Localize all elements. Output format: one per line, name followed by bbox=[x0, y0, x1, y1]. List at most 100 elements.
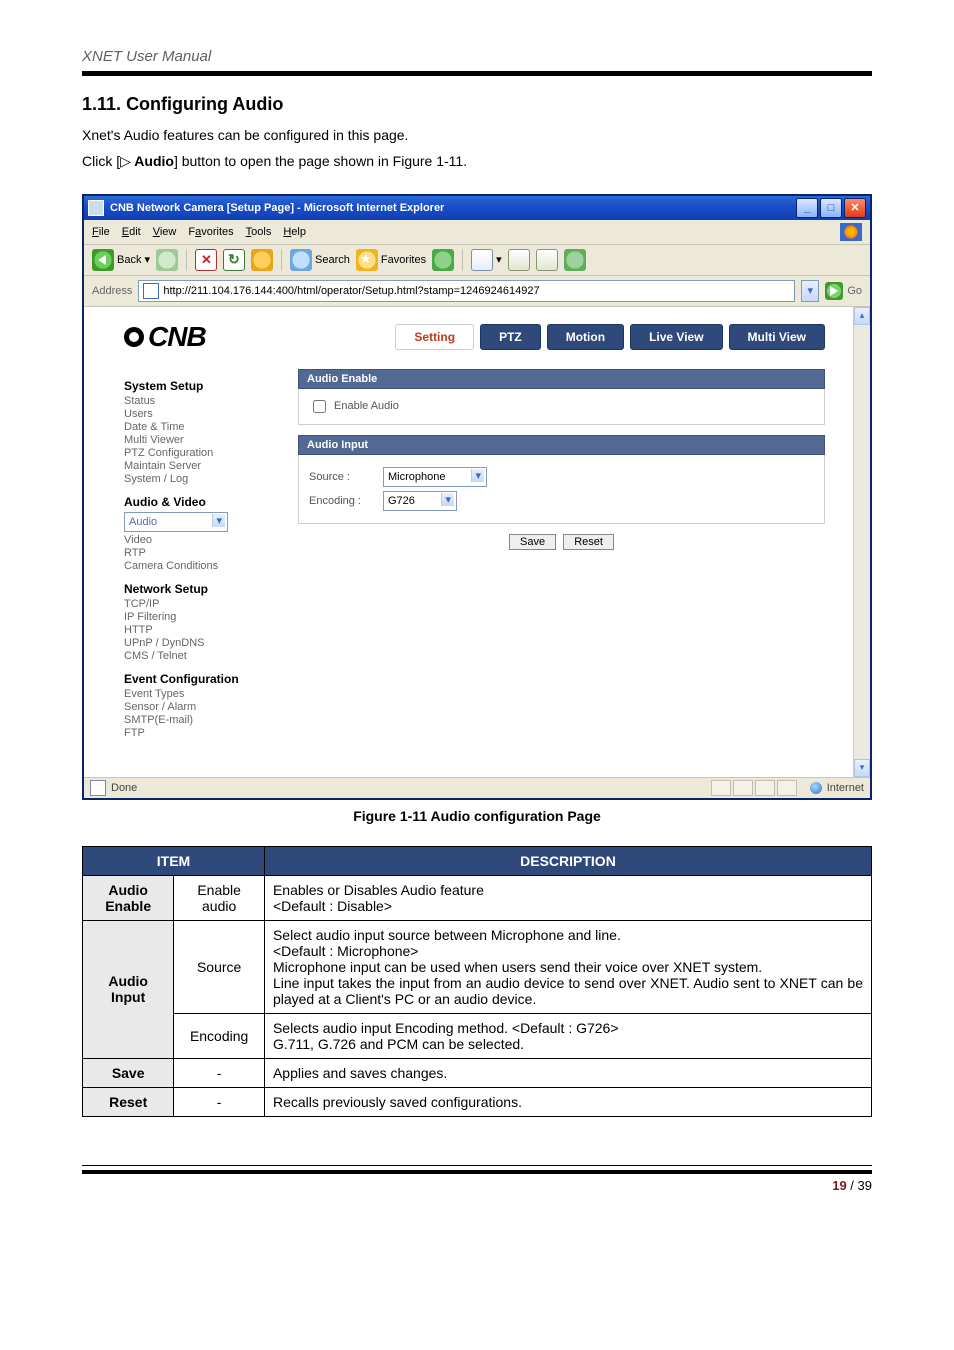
table-row: Encoding Selects audio input Encoding me… bbox=[83, 1013, 872, 1058]
mail-icon bbox=[471, 249, 493, 271]
ie-title-text: CNB Network Camera [Setup Page] - Micros… bbox=[110, 202, 444, 214]
toolbar-forward-button[interactable] bbox=[156, 249, 178, 271]
toolbar-edit-button[interactable] bbox=[536, 249, 558, 271]
source-label: Source : bbox=[309, 471, 369, 483]
go-button[interactable]: Go bbox=[825, 282, 862, 300]
sidebar-item-event-types[interactable]: Event Types bbox=[124, 688, 274, 700]
toolbar-print-button[interactable] bbox=[508, 249, 530, 271]
toolbar-back-button[interactable]: Back ▾ bbox=[92, 249, 150, 271]
cell-desc: Recalls previously saved configurations. bbox=[264, 1087, 871, 1116]
tab-ptz[interactable]: PTZ bbox=[480, 324, 541, 350]
content-scrollbar[interactable]: ▴ ▾ bbox=[853, 307, 870, 777]
ie-app-icon bbox=[88, 200, 104, 216]
sidebar-item-video[interactable]: Video bbox=[124, 534, 274, 546]
figure-caption: Figure 1-11 Audio configuration Page bbox=[82, 808, 872, 824]
status-cells bbox=[711, 780, 797, 796]
footer-rule-thick bbox=[82, 1170, 872, 1174]
tab-live-view[interactable]: Live View bbox=[630, 324, 722, 350]
panel-body-audio-enable: Enable Audio bbox=[298, 389, 825, 425]
address-dropdown-button[interactable]: ▾ bbox=[801, 280, 819, 302]
window-maximize-button[interactable]: □ bbox=[820, 198, 842, 218]
toolbar-search-button[interactable]: Search bbox=[290, 249, 350, 271]
toolbar-mail-button[interactable]: ▾ bbox=[471, 249, 502, 271]
sidebar-item-sensor-alarm[interactable]: Sensor / Alarm bbox=[124, 701, 274, 713]
sidebar-item-ptz-config[interactable]: PTZ Configuration bbox=[124, 447, 274, 459]
scroll-track[interactable] bbox=[854, 325, 870, 759]
toolbar-favorites-button[interactable]: Favorites bbox=[356, 249, 426, 271]
enable-audio-input[interactable] bbox=[313, 400, 326, 413]
window-minimize-button[interactable]: _ bbox=[796, 198, 818, 218]
encoding-select[interactable]: G726 bbox=[383, 491, 457, 511]
toolbar-refresh-button[interactable] bbox=[223, 249, 245, 271]
address-input[interactable]: http://211.104.176.144:400/html/operator… bbox=[138, 280, 795, 302]
toolbar-home-button[interactable] bbox=[251, 249, 273, 271]
sidebar-item-audio[interactable]: Audio bbox=[124, 512, 228, 532]
cell-sub: Encoding bbox=[174, 1013, 265, 1058]
cell-desc: Applies and saves changes. bbox=[264, 1058, 871, 1087]
enable-audio-label: Enable Audio bbox=[334, 400, 399, 412]
save-button[interactable]: Save bbox=[509, 534, 556, 550]
sidebar-group-audio-video: Audio & Video bbox=[124, 495, 274, 509]
toolbar-stop-button[interactable] bbox=[195, 249, 217, 271]
window-close-button[interactable]: ✕ bbox=[844, 198, 866, 218]
menu-view[interactable]: View bbox=[153, 226, 177, 238]
sidebar-item-smtp[interactable]: SMTP(E-mail) bbox=[124, 714, 274, 726]
header-row: CNB Setting PTZ Motion Live View Multi V… bbox=[124, 321, 825, 353]
favorites-star-icon bbox=[356, 249, 378, 271]
toolbar-history-button[interactable] bbox=[432, 249, 454, 271]
reset-button[interactable]: Reset bbox=[563, 534, 614, 550]
scroll-up-button[interactable]: ▴ bbox=[854, 307, 870, 325]
sidebar-item-tcpip[interactable]: TCP/IP bbox=[124, 598, 274, 610]
sidebar-item-ip-filtering[interactable]: IP Filtering bbox=[124, 611, 274, 623]
sidebar-item-cms-telnet[interactable]: CMS / Telnet bbox=[124, 650, 274, 662]
sidebar-item-multi-viewer[interactable]: Multi Viewer bbox=[124, 434, 274, 446]
menu-favorites[interactable]: Favorites bbox=[188, 226, 233, 238]
menu-file[interactable]: File bbox=[92, 226, 110, 238]
figure-1-11: CNB Network Camera [Setup Page] - Micros… bbox=[82, 194, 872, 800]
scroll-down-button[interactable]: ▾ bbox=[854, 759, 870, 777]
tab-motion[interactable]: Motion bbox=[547, 324, 624, 350]
sidebar-item-camera-conditions[interactable]: Camera Conditions bbox=[124, 560, 274, 572]
toolbar-messenger-button[interactable] bbox=[564, 249, 586, 271]
play-icon: ▷ bbox=[120, 153, 131, 169]
sidebar-item-http[interactable]: HTTP bbox=[124, 624, 274, 636]
sidebar-item-upnp-dyndns[interactable]: UPnP / DynDNS bbox=[124, 637, 274, 649]
cell-item: Audio Input bbox=[83, 920, 174, 1058]
sidebar-item-ftp[interactable]: FTP bbox=[124, 727, 274, 739]
sidebar-item-status[interactable]: Status bbox=[124, 395, 274, 407]
table-row: Audio Input Source Select audio input so… bbox=[83, 920, 872, 1013]
stop-icon bbox=[195, 249, 217, 271]
cell-item: Reset bbox=[83, 1087, 174, 1116]
table-row: Reset - Recalls previously saved configu… bbox=[83, 1087, 872, 1116]
tab-multi-view[interactable]: Multi View bbox=[729, 324, 825, 350]
panel-header-audio-enable: Audio Enable bbox=[298, 369, 825, 389]
sidebar-item-system-log[interactable]: System / Log bbox=[124, 473, 274, 485]
sidebar-item-rtp[interactable]: RTP bbox=[124, 547, 274, 559]
section-number: 1.11. bbox=[82, 94, 121, 114]
internet-zone-icon bbox=[810, 782, 822, 794]
menu-tools[interactable]: Tools bbox=[246, 226, 272, 238]
sidebar-group-system: System Setup bbox=[124, 379, 274, 393]
source-select[interactable]: Microphone bbox=[383, 467, 487, 487]
sidebar-item-users[interactable]: Users bbox=[124, 408, 274, 420]
menu-edit[interactable]: Edit bbox=[122, 226, 141, 238]
tab-setting[interactable]: Setting bbox=[395, 324, 474, 350]
ie-content: CNB Setting PTZ Motion Live View Multi V… bbox=[84, 307, 870, 777]
sidebar-item-date-time[interactable]: Date & Time bbox=[124, 421, 274, 433]
menu-help[interactable]: Help bbox=[283, 226, 306, 238]
sidebar-group-network: Network Setup bbox=[124, 582, 274, 596]
enable-audio-checkbox[interactable]: Enable Audio bbox=[309, 397, 814, 416]
encoding-label: Encoding : bbox=[309, 495, 369, 507]
cell-sub: - bbox=[174, 1087, 265, 1116]
back-icon bbox=[92, 249, 114, 271]
main-panel: Audio Enable Enable Audio Audio Input bbox=[298, 369, 825, 740]
header-rule bbox=[82, 71, 872, 76]
sidebar-item-maintain-server[interactable]: Maintain Server bbox=[124, 460, 274, 472]
cell-item: Audio Enable bbox=[83, 875, 174, 920]
button-row: Save Reset bbox=[298, 534, 825, 550]
footer-rule-thin bbox=[82, 1165, 872, 1166]
messenger-icon bbox=[564, 249, 586, 271]
cell-desc: Select audio input source between Microp… bbox=[264, 920, 871, 1013]
page-number: 19 / 39 bbox=[82, 1178, 872, 1193]
brand-logo: CNB bbox=[124, 321, 206, 353]
